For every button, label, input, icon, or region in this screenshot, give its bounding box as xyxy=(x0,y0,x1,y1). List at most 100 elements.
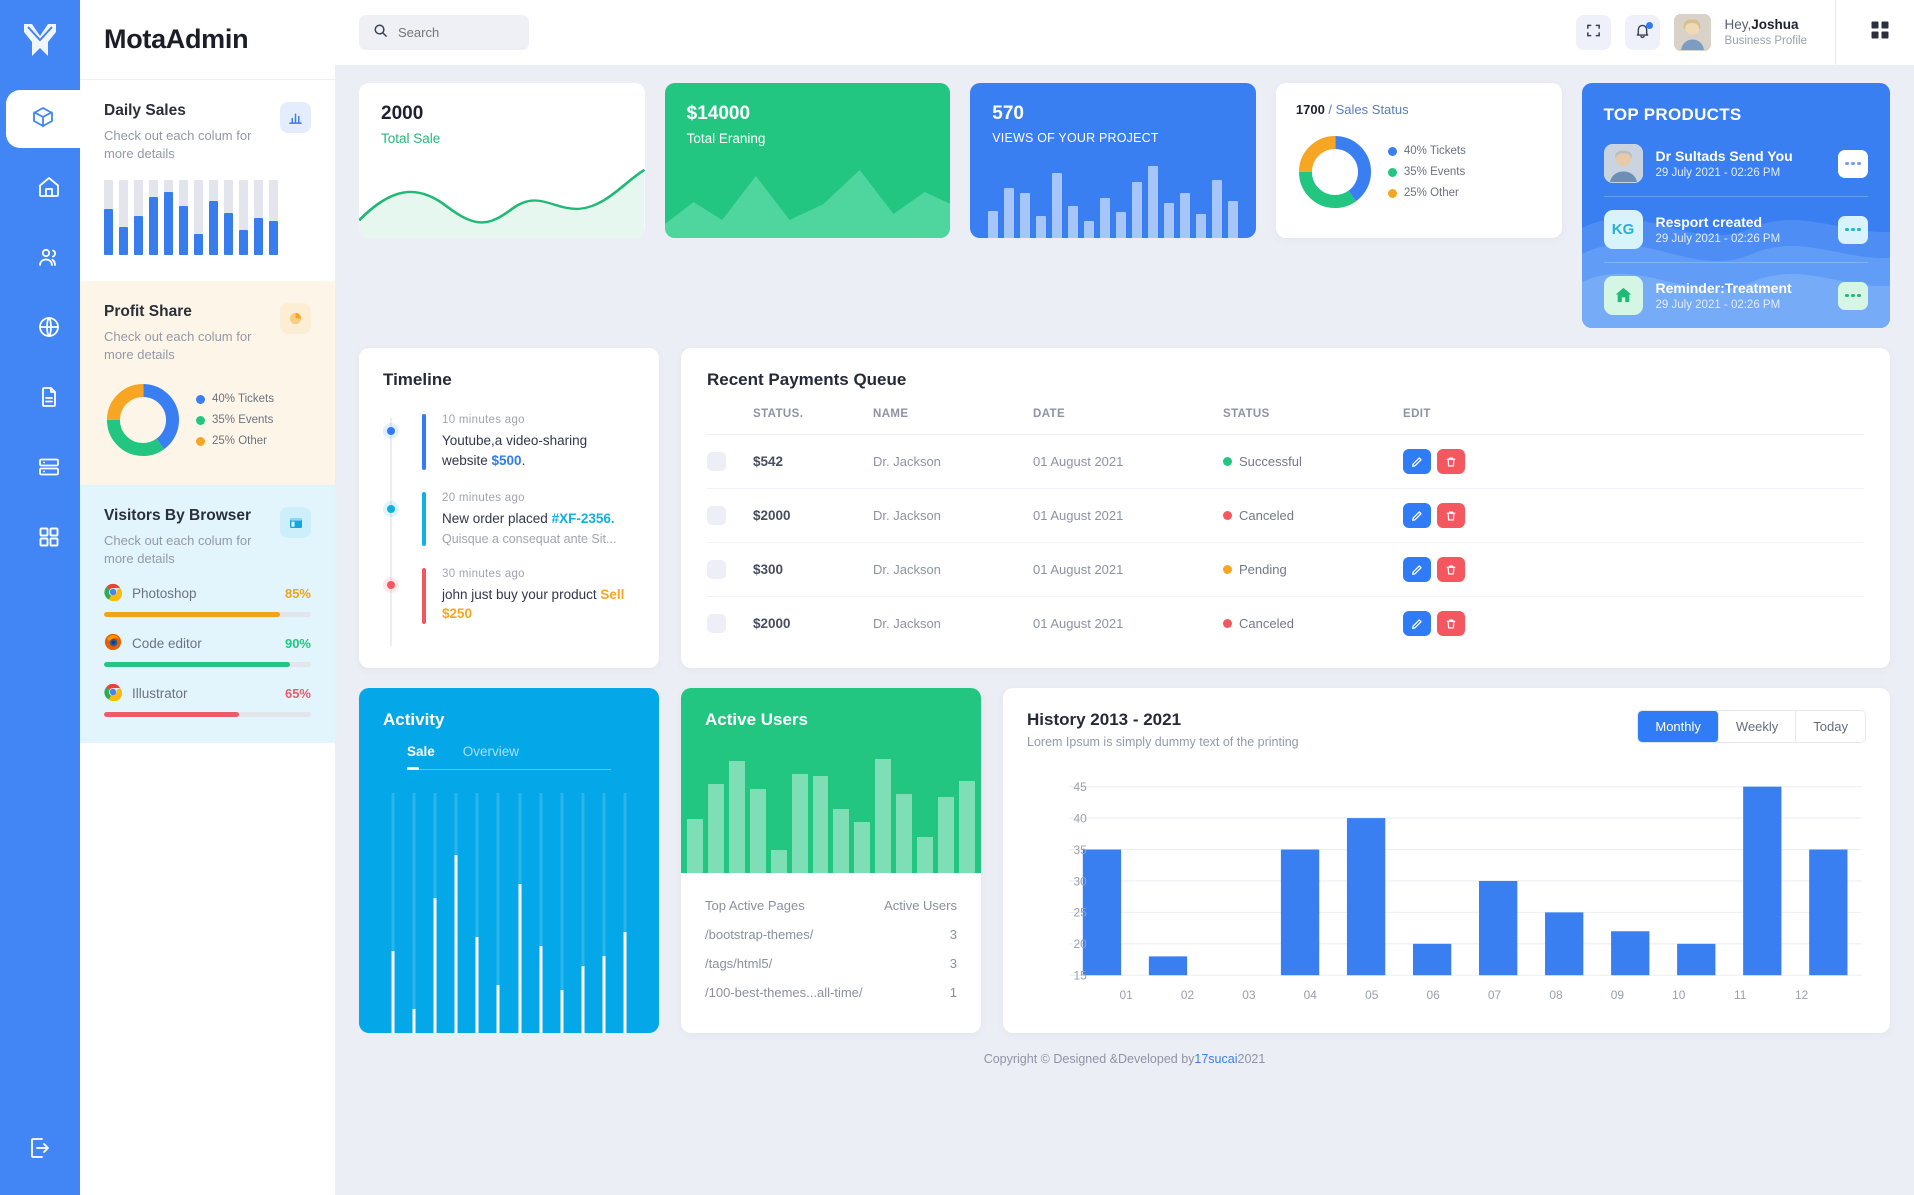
page-users: 3 xyxy=(949,926,957,942)
brand-title: MotaAdmin xyxy=(104,24,249,54)
progress-fill xyxy=(104,612,280,618)
legend-label: 25% Other xyxy=(1403,187,1459,199)
cell-date: 01 August 2021 xyxy=(1033,488,1223,543)
page-path: /tags/html5/ xyxy=(705,955,773,971)
table-row[interactable]: $2000 Dr. Jackson 01 August 2021 Cancele… xyxy=(707,488,1864,543)
payments-header-row: STATUS. NAME DATE STATUS EDIT xyxy=(707,408,1864,435)
top-product-item[interactable]: Dr Sultads Send You 29 July 2021 - 02:26… xyxy=(1582,131,1890,196)
card-active-users: Active Users Top Active Pages Active Use… xyxy=(681,687,981,1033)
activity-tab-sale[interactable]: Sale xyxy=(407,744,435,770)
row-checkbox[interactable] xyxy=(707,506,726,525)
row-checkbox[interactable] xyxy=(707,560,726,579)
history-segment-monthly[interactable]: Monthly xyxy=(1638,710,1719,742)
payments-table: STATUS. NAME DATE STATUS EDIT $542 Dr. Jacks… xyxy=(707,408,1864,650)
browser-progress xyxy=(104,662,311,668)
daily-sales-bar xyxy=(194,180,203,256)
bar-fill xyxy=(433,898,437,1033)
timeline-dot xyxy=(383,423,399,439)
more-dots-icon[interactable] xyxy=(1837,149,1868,178)
views-bar xyxy=(1148,166,1159,238)
col-active-users: Active Users xyxy=(884,897,957,913)
bar-fill xyxy=(560,989,564,1033)
edit-button[interactable] xyxy=(1403,611,1431,636)
total-sale-sparkline xyxy=(359,168,645,238)
progress-fill xyxy=(104,712,239,718)
sidebar-item-users[interactable] xyxy=(18,230,80,288)
notifications-button[interactable] xyxy=(1624,15,1660,50)
activity-tab-overview[interactable]: Overview xyxy=(463,744,519,769)
timeline-time: 10 minutes ago xyxy=(442,414,525,426)
col-top-active-pages: Top Active Pages xyxy=(705,897,805,913)
sales-donut xyxy=(1298,135,1371,209)
active-users-bar xyxy=(791,773,808,873)
table-row[interactable]: $542 Dr. Jackson 01 August 2021 Successf… xyxy=(707,434,1864,489)
bar-track xyxy=(412,792,416,1033)
views-bar-chart xyxy=(988,166,1238,238)
history-segment-weekly[interactable]: Weekly xyxy=(1718,710,1797,742)
legend-item: 35% Events xyxy=(1387,166,1466,178)
table-row[interactable]: $2000 Dr. Jackson 01 August 2021 Cancele… xyxy=(707,597,1864,651)
delete-button[interactable] xyxy=(1437,449,1465,474)
more-dots-icon[interactable] xyxy=(1837,281,1868,310)
apps-button[interactable] xyxy=(1870,20,1890,45)
bar-fill xyxy=(623,932,627,1033)
sidebar-item-box[interactable] xyxy=(6,90,80,148)
top-product-item[interactable]: KG Resport created 29 July 2021 - 02:26 … xyxy=(1603,196,1868,262)
brand-logo[interactable] xyxy=(18,0,62,80)
bar-fill xyxy=(454,855,458,1033)
more-dots-icon[interactable] xyxy=(1837,215,1868,244)
table-row[interactable]: $300 Dr. Jackson 01 August 2021 Pending xyxy=(707,542,1864,597)
delete-button[interactable] xyxy=(1437,557,1465,582)
top-product-item[interactable]: Reminder:Treatment 29 July 2021 - 02:26 … xyxy=(1603,262,1868,328)
row-actions xyxy=(1403,611,1864,636)
logout-button[interactable] xyxy=(0,1136,80,1165)
history-segment-today[interactable]: Today xyxy=(1796,710,1865,742)
sales-status-legend: 40% Tickets 35% Events 25% Other xyxy=(1387,145,1466,199)
timeline-item: 30 minutes ago john just buy your produc… xyxy=(383,567,635,646)
sidebar-item-file[interactable] xyxy=(18,370,80,428)
row-checkbox[interactable] xyxy=(707,452,726,471)
row-checkbox-cell xyxy=(707,597,753,651)
search-box[interactable] xyxy=(359,15,529,50)
sidebar-item-home[interactable] xyxy=(18,160,80,218)
legend-dot xyxy=(1387,188,1397,198)
edit-button[interactable] xyxy=(1403,503,1431,528)
profit-share-header: Profit Share Check out each colum for mo… xyxy=(104,303,311,363)
delete-button[interactable] xyxy=(1437,503,1465,528)
brand-header: MotaAdmin xyxy=(80,0,335,80)
user-block[interactable]: Hey,Joshua Business Profile xyxy=(1725,17,1807,48)
bar-fill xyxy=(496,984,500,1033)
total-sale-label: Total Sale xyxy=(381,131,441,146)
avatar[interactable] xyxy=(1673,14,1711,51)
users-icon xyxy=(37,245,61,274)
page-users: 3 xyxy=(949,955,957,971)
history-bar-chart xyxy=(1068,785,1862,976)
row-checkbox[interactable] xyxy=(707,614,726,633)
row-checkbox-cell xyxy=(707,488,753,543)
edit-button[interactable] xyxy=(1403,449,1431,474)
legend-dot xyxy=(1387,146,1397,156)
edit-button[interactable] xyxy=(1403,557,1431,582)
firefox-icon xyxy=(104,633,122,654)
sidebar-item-grid[interactable] xyxy=(18,510,80,568)
delete-button[interactable] xyxy=(1437,611,1465,636)
sidebar-item-globe[interactable] xyxy=(18,300,80,358)
cell-amount: $300 xyxy=(753,542,873,597)
timeline-description: New order placed #XF-2356. xyxy=(442,511,615,527)
fullscreen-button[interactable] xyxy=(1575,15,1611,50)
visitors-subtitle: Check out each colum for more details xyxy=(104,533,252,566)
history-bar xyxy=(1280,849,1320,976)
fullscreen-icon xyxy=(1585,22,1602,44)
daily-sales-bar xyxy=(134,180,143,256)
history-range-toggle[interactable]: Monthly Weekly Today xyxy=(1637,709,1866,743)
bar-fill xyxy=(239,229,248,256)
cell-actions xyxy=(1403,434,1864,489)
card-timeline: Timeline 10 minutes ago Youtube,a video-… xyxy=(359,348,659,668)
bar-fill xyxy=(254,217,263,256)
footer-link[interactable]: 17sucai xyxy=(1194,1052,1237,1066)
search-input[interactable] xyxy=(398,25,515,40)
sidebar-item-server[interactable] xyxy=(18,440,80,498)
daily-sales-title: Daily Sales xyxy=(104,102,186,119)
card-payments: Recent Payments Queue STATUS. NAME DATE STA… xyxy=(681,348,1890,668)
active-users-row: /100-best-themes...all-time/1 xyxy=(705,978,957,1007)
